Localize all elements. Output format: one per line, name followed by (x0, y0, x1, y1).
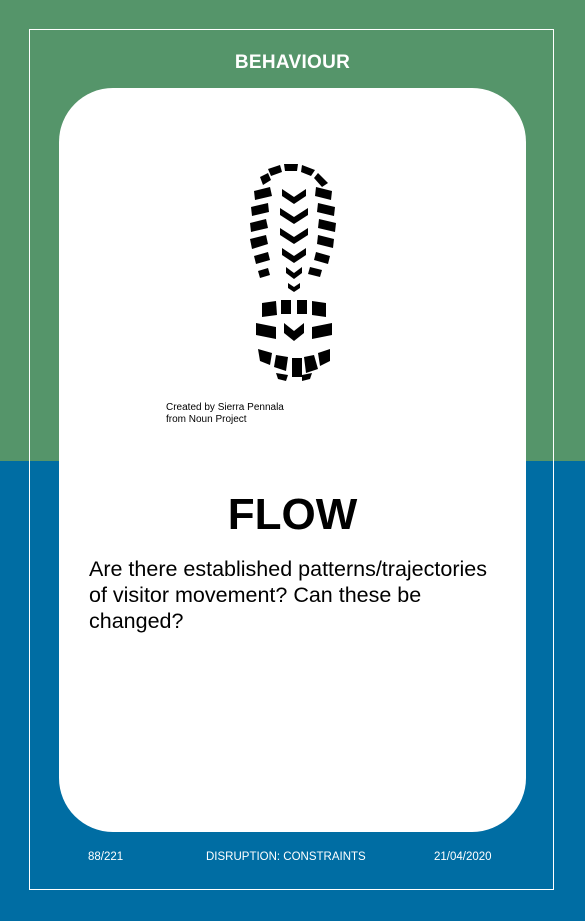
icon-credit-line-1: Created by Sierra Pennala (166, 402, 284, 413)
card-number: 88/221 (88, 851, 124, 863)
category-label: BEHAVIOUR (234, 52, 351, 73)
boot-print-icon (250, 164, 336, 381)
card-question: Are there established patterns/trajector… (89, 557, 487, 633)
card-title: FLOW (227, 490, 358, 539)
icon-credit-line-2: from Noun Project (166, 413, 247, 425)
card-date: 21/04/2020 (434, 851, 492, 863)
section-label: DISRUPTION: CONSTRAINTS (206, 851, 366, 863)
icon-credit: Created by Sierra Pennala from Noun Proj… (166, 402, 284, 425)
